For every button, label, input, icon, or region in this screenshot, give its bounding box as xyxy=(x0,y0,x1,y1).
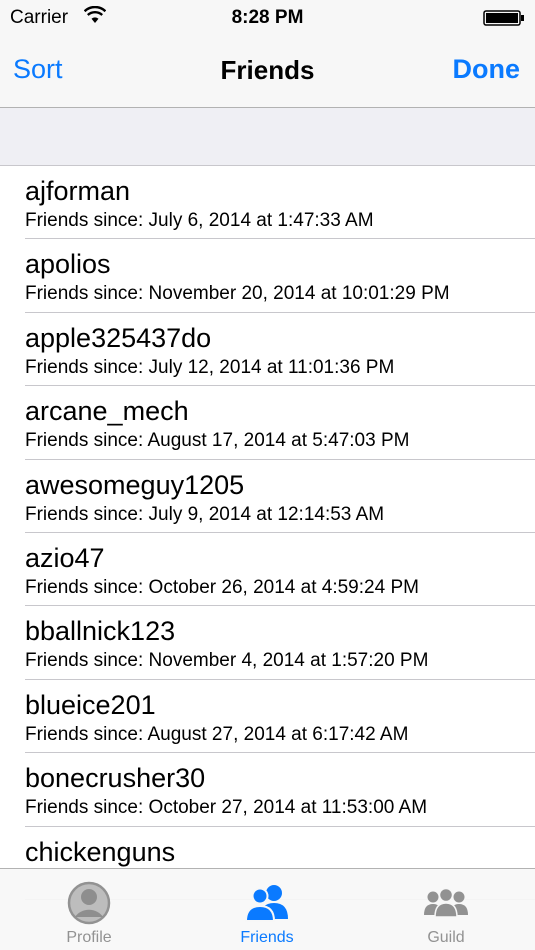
friend-name: chickenguns xyxy=(25,836,176,867)
tab-label-friends: Friends xyxy=(240,929,294,946)
status-bar: Carrier 8:28 PM xyxy=(0,0,535,36)
list-item[interactable]: arcane_mech Friends since: August 17, 201… xyxy=(0,386,535,460)
list-item[interactable]: blueice201 Friends since: August 27, 2014… xyxy=(0,680,535,754)
list-item[interactable]: bonecrusher30 Friends since: October 27, … xyxy=(0,753,535,827)
friend-name: azio47 xyxy=(25,542,105,573)
friend-name: bonecrusher30 xyxy=(25,763,206,794)
friend-since: Friends since: July 9, 2014 at 12:14:53 … xyxy=(25,503,385,525)
list-item[interactable]: azio47 Friends since: October 26, 2014 at… xyxy=(0,533,535,607)
friend-name: bballnick123 xyxy=(25,616,176,647)
friend-since: Friends since: August 17, 2014 at 5:47:0… xyxy=(25,430,410,452)
friend-name: awesomeguy1205 xyxy=(25,469,245,500)
friend-since: Friends since: November 4, 2014 at 1:57:… xyxy=(25,650,429,672)
friend-since: Friends since: October 26, 2014 at 4:59:… xyxy=(25,576,419,598)
list-item[interactable]: awesomeguy1205 Friends since: July 9, 201… xyxy=(0,460,535,533)
friend-name: arcane_mech xyxy=(25,396,189,427)
tab-friends[interactable]: Friends xyxy=(178,869,356,950)
friend-since: Friends since: July 12, 2014 at 11:01:36… xyxy=(25,356,395,378)
clock-time: 8:28 PM xyxy=(231,7,304,28)
tab-guild[interactable]: Guild xyxy=(357,869,535,950)
tab-bar: Profile Friends Guild xyxy=(0,868,535,950)
friend-name: ajforman xyxy=(25,176,131,206)
friend-name: apple325437do xyxy=(25,322,212,353)
list-item[interactable]: apolios Friends since: November 20, 2014 … xyxy=(0,239,535,313)
friend-name: apolios xyxy=(25,249,111,280)
friend-since: Friends since: October 27, 2014 at 11:53… xyxy=(25,797,428,819)
person-icon xyxy=(64,879,114,927)
battery-icon xyxy=(483,10,525,32)
tab-label-guild: Guild xyxy=(427,929,465,946)
tab-label-profile: Profile xyxy=(66,929,112,946)
friend-name: blueice201 xyxy=(25,689,156,720)
friend-since: Friends since: July 6, 2014 at 1:47:33 A… xyxy=(25,210,374,231)
friend-since: Friends since: August 27, 2014 at 6:17:4… xyxy=(25,723,409,745)
navigation-bar: Sort Friends Done xyxy=(0,36,535,108)
section-header xyxy=(0,108,535,166)
list-item[interactable]: ajforman Friends since: July 6, 2014 at 1… xyxy=(0,166,535,240)
list-item[interactable]: apple325437do Friends since: July 12, 201… xyxy=(0,313,535,387)
friend-since: Friends since: November 20, 2014 at 10:0… xyxy=(25,283,450,305)
friends-list: ajforman Friends since: July 6, 2014 at 1… xyxy=(0,166,535,900)
list-item[interactable]: bballnick123 Friends since: November 4, 2… xyxy=(0,606,535,680)
done-button[interactable]: Done xyxy=(453,54,521,85)
group-icon xyxy=(421,879,471,927)
people-icon xyxy=(242,879,292,927)
tab-profile[interactable]: Profile xyxy=(0,869,178,950)
